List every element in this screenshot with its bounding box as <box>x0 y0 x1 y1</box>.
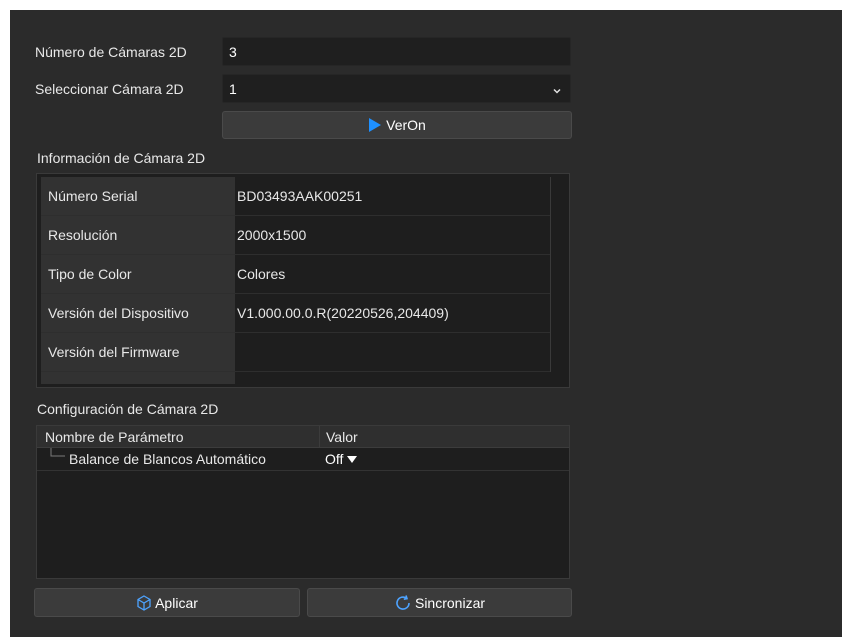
column-header-name: Nombre de Parámetro <box>45 429 184 445</box>
cube-icon <box>136 594 152 611</box>
config-section-title: Configuración de Cámara 2D <box>37 401 219 417</box>
sync-button[interactable]: Sincronizar <box>307 588 572 617</box>
tree-branch-icon <box>49 448 67 465</box>
camera-panel: Número de Cámaras 2D 3 Seleccionar Cámar… <box>10 10 842 637</box>
config-tree: Nombre de Parámetro Valor Balance de Bla… <box>36 425 570 579</box>
info-value: Colores <box>237 266 286 282</box>
config-header: Nombre de Parámetro Valor <box>37 426 569 448</box>
dropdown-arrow-icon <box>347 455 358 464</box>
info-row-firmware-version: Versión del Firmware <box>41 333 550 372</box>
info-row-resolution: Resolución 2000x1500 <box>41 216 550 255</box>
info-row-serial: Número Serial BD03493AAK00251 <box>41 177 550 216</box>
camera-select-label: Seleccionar Cámara 2D <box>35 81 184 97</box>
info-row-device-version: Versión del Dispositivo V1.000.00.0.R(20… <box>41 294 550 333</box>
param-value: Off <box>325 451 344 467</box>
info-row-empty-key <box>41 372 235 384</box>
info-table: Número Serial BD03493AAK00251 Resolución… <box>36 173 570 388</box>
info-key: Resolución <box>41 216 235 254</box>
camera-count-field[interactable]: 3 <box>222 37 571 66</box>
info-key: Número Serial <box>41 177 235 215</box>
play-icon <box>368 117 382 133</box>
info-value: 2000x1500 <box>237 227 307 243</box>
column-divider <box>319 426 320 447</box>
camera-count-value: 3 <box>229 43 237 60</box>
column-header-value: Valor <box>326 429 358 445</box>
info-value: V1.000.00.0.R(20220526,204409) <box>237 305 449 321</box>
camera-count-label: Número de Cámaras 2D <box>35 44 187 60</box>
info-divider <box>550 177 551 372</box>
info-key: Tipo de Color <box>41 255 235 293</box>
info-key: Versión del Dispositivo <box>41 294 235 332</box>
camera-select-dropdown[interactable]: 1 <box>222 74 571 103</box>
config-row[interactable]: Balance de Blancos Automático Off <box>37 448 569 471</box>
info-key: Versión del Firmware <box>41 333 235 371</box>
sync-label: Sincronizar <box>414 594 486 611</box>
info-value: BD03493AAK00251 <box>237 188 363 204</box>
chevron-down-icon <box>552 83 562 99</box>
refresh-icon <box>394 594 412 612</box>
apply-label: Aplicar <box>155 594 198 611</box>
camera-select-value: 1 <box>229 80 237 97</box>
param-value-dropdown[interactable]: Off <box>325 451 358 467</box>
view-on-label: VerOn <box>386 117 426 133</box>
view-on-button[interactable]: VerOn <box>222 111 572 139</box>
info-row-color-type: Tipo de Color Colores <box>41 255 550 294</box>
apply-button[interactable]: Aplicar <box>34 588 300 617</box>
param-name: Balance de Blancos Automático <box>69 451 266 467</box>
info-section-title: Información de Cámara 2D <box>37 150 206 166</box>
